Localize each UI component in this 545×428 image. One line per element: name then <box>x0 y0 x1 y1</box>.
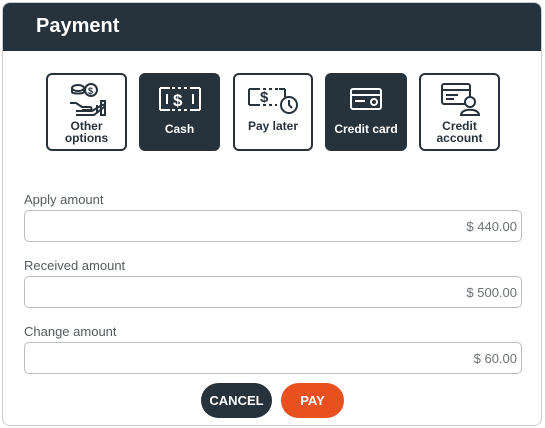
method-credit-account-button[interactable]: Credit account <box>419 73 500 151</box>
apply-amount-field[interactable] <box>24 210 522 242</box>
method-label: Pay later <box>247 119 299 133</box>
cash-bill-icon: $ <box>158 81 202 117</box>
svg-text:$: $ <box>173 91 183 110</box>
apply-amount-label: Apply amount <box>24 192 104 207</box>
svg-text:$: $ <box>260 89 269 106</box>
payment-dialog: Payment $ Other options $ Cash $ Pay lat… <box>2 2 542 426</box>
change-amount-input[interactable] <box>25 343 521 373</box>
change-amount-field[interactable] <box>24 342 522 374</box>
received-amount-label: Received amount <box>24 258 126 273</box>
credit-card-icon <box>349 81 383 117</box>
method-credit-card-button[interactable]: Credit card <box>325 73 407 151</box>
method-other-options-button[interactable]: $ Other options <box>46 73 127 151</box>
method-cash-button[interactable]: $ Cash <box>139 73 220 151</box>
method-label: Cash <box>164 122 195 136</box>
coins-hand-icon: $ <box>67 81 107 117</box>
bill-clock-icon: $ <box>247 81 299 117</box>
svg-text:$: $ <box>88 86 93 96</box>
cancel-button[interactable]: CANCEL <box>201 383 272 418</box>
method-pay-later-button[interactable]: $ Pay later <box>233 73 313 151</box>
received-amount-input[interactable] <box>25 277 521 307</box>
method-label: Credit card <box>334 122 398 136</box>
received-amount-field[interactable] <box>24 276 522 308</box>
apply-amount-input[interactable] <box>25 211 521 241</box>
dialog-title: Payment <box>36 15 120 37</box>
dialog-header: Payment <box>3 3 541 51</box>
change-amount-label: Change amount <box>24 324 117 339</box>
card-person-icon <box>439 81 481 117</box>
method-label: Credit account <box>436 119 483 145</box>
pay-button[interactable]: PAY <box>281 383 344 418</box>
method-label: Other options <box>64 119 109 145</box>
